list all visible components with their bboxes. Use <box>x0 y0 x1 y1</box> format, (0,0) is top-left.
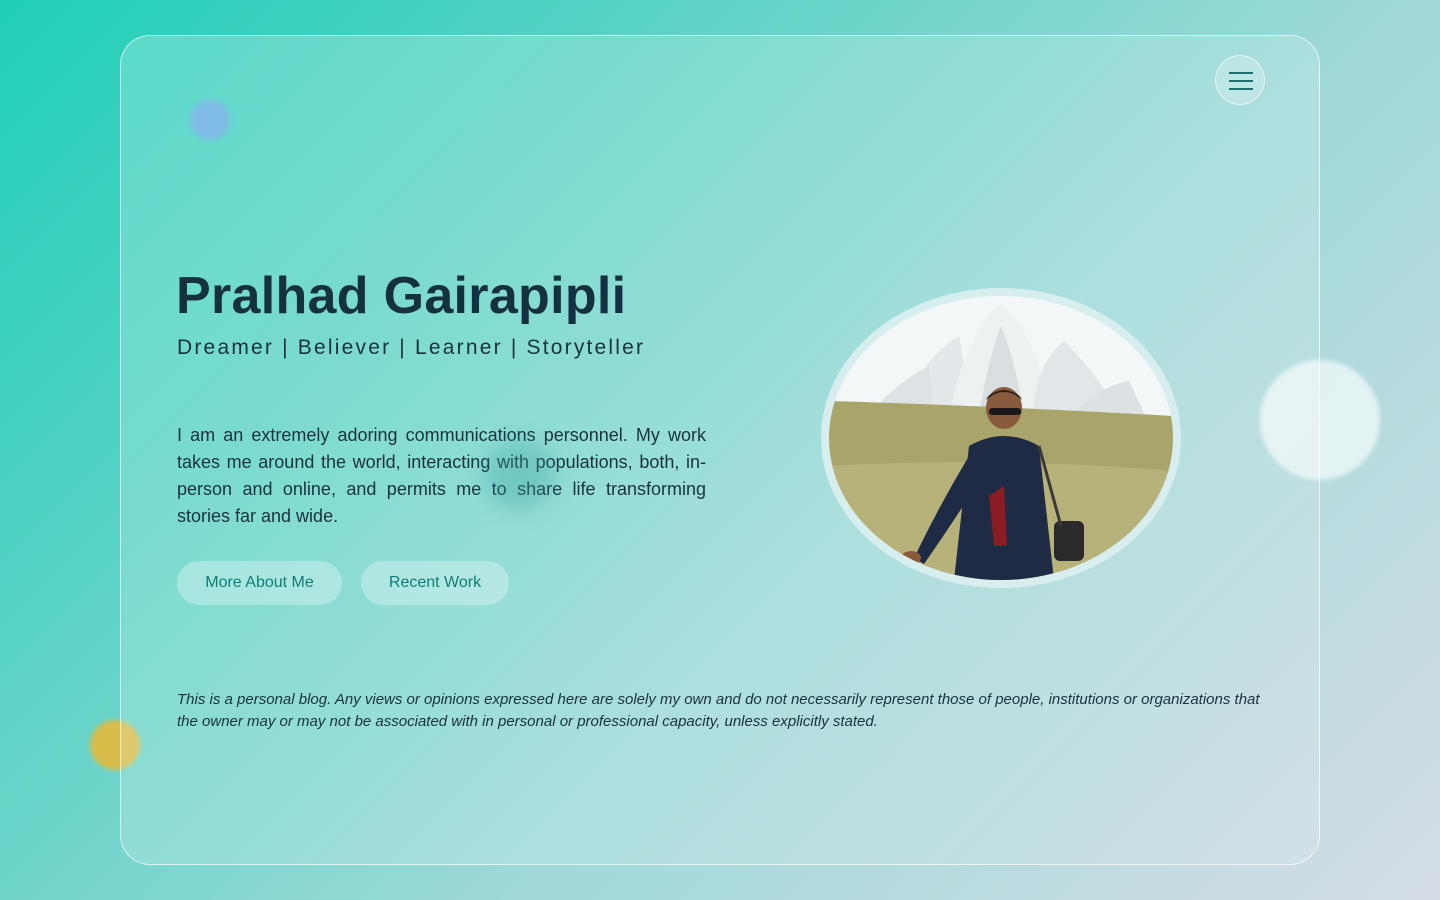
decorative-teal-blob <box>485 440 555 510</box>
profile-photo-image <box>829 296 1173 580</box>
hero-card: Pralhad Gairapipli Dreamer | Believer | … <box>120 35 1320 865</box>
more-about-me-button[interactable]: More About Me <box>177 561 342 605</box>
hamburger-menu-icon-bar <box>1229 88 1253 90</box>
hamburger-menu-icon <box>1229 72 1253 74</box>
profile-photo-frame <box>821 288 1181 588</box>
recent-work-button[interactable]: Recent Work <box>361 561 509 605</box>
bio-text: I am an extremely adoring communications… <box>177 425 706 526</box>
profile-photo <box>829 296 1173 580</box>
page-title: Pralhad Gairapipli <box>176 267 627 325</box>
tagline: Dreamer | Believer | Learner | Storytell… <box>177 336 646 359</box>
disclaimer-text: This is a personal blog. Any views or op… <box>177 691 1260 730</box>
menu-button[interactable] <box>1215 55 1265 105</box>
hamburger-menu-icon-bar <box>1229 80 1253 82</box>
